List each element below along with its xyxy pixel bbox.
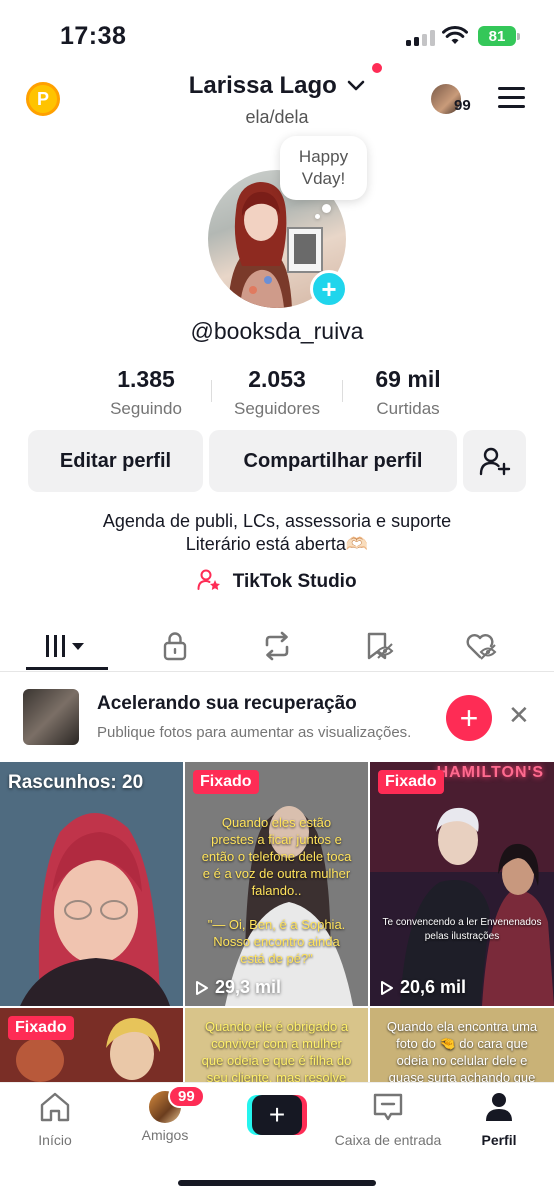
plus-icon: + bbox=[252, 1095, 302, 1135]
profile-visitors-count: 99 bbox=[454, 97, 471, 114]
view-count-value: 20,6 mil bbox=[400, 977, 467, 997]
stat-following[interactable]: 1.385 Seguindo bbox=[81, 366, 211, 419]
pronouns: ela/dela bbox=[245, 107, 309, 127]
nav-home-label: Início bbox=[38, 1132, 72, 1148]
stat-likes-label: Curtidas bbox=[376, 399, 440, 418]
video-tile[interactable]: Quando ele é obrigado a conviver com a m… bbox=[185, 1008, 368, 1082]
pinned-badge: Fixado bbox=[8, 1016, 74, 1040]
repost-icon bbox=[265, 631, 289, 661]
tab-favorites[interactable] bbox=[350, 628, 410, 664]
tiktok-studio-label: TikTok Studio bbox=[232, 571, 357, 592]
video-tile[interactable]: HAMILTON'S Fixado Te convencendo a ler E… bbox=[370, 762, 554, 1006]
nav-inbox-label: Caixa de entrada bbox=[334, 1132, 442, 1148]
banner-subtitle: Publique fotos para aumentar as visualiz… bbox=[97, 724, 412, 741]
add-user-icon bbox=[479, 447, 510, 476]
video-caption: Quando ela encontra uma foto do 🤏 do car… bbox=[386, 1019, 538, 1082]
content-tabs bbox=[0, 620, 554, 672]
profile-icon bbox=[486, 1093, 512, 1121]
create-button[interactable]: + bbox=[247, 1095, 307, 1135]
chevron-down-icon bbox=[347, 80, 365, 91]
bio-line-1: Agenda de publi, LCs, assessoria e supor… bbox=[102, 511, 452, 531]
videos-grid-icon bbox=[46, 635, 84, 657]
profile-name: Larissa Lago bbox=[188, 72, 337, 99]
wifi-icon bbox=[442, 26, 468, 44]
video-thumbnail bbox=[370, 762, 554, 1006]
active-tab-indicator bbox=[26, 667, 108, 670]
note-bubble-tail-small bbox=[315, 214, 320, 219]
stat-followers-label: Seguidores bbox=[233, 399, 320, 418]
banner-title: Acelerando sua recuperação bbox=[97, 693, 357, 714]
home-indicator bbox=[178, 1180, 376, 1186]
friends-badge: 99 bbox=[168, 1085, 205, 1108]
close-icon[interactable]: ✕ bbox=[508, 702, 530, 728]
note-bubble-tail bbox=[322, 204, 331, 213]
stat-following-value: 1.385 bbox=[117, 366, 175, 392]
nav-friends-label: Amigos bbox=[141, 1127, 189, 1143]
pinned-badge: Fixado bbox=[193, 770, 259, 794]
stat-following-label: Seguindo bbox=[110, 399, 182, 418]
nav-friends[interactable]: 99 Amigos bbox=[110, 1085, 220, 1143]
profile-bio: Agenda de publi, LCs, assessoria e supor… bbox=[0, 510, 554, 556]
inbox-icon bbox=[373, 1093, 403, 1121]
video-caption: Quando eles estão prestes a ficar juntos… bbox=[201, 815, 352, 966]
home-icon bbox=[40, 1092, 70, 1122]
tab-videos[interactable] bbox=[36, 628, 96, 664]
recovery-banner[interactable]: Acelerando sua recuperação Publique foto… bbox=[0, 672, 554, 760]
video-tile[interactable]: Fixado Quando eles estão prestes a ficar… bbox=[185, 762, 368, 1006]
profile-handle: @booksda_ruiva bbox=[190, 318, 364, 344]
tab-liked[interactable] bbox=[452, 628, 512, 664]
nav-profile[interactable]: Perfil bbox=[444, 1091, 554, 1148]
heart-hidden-icon bbox=[466, 634, 497, 660]
note-text: Happy Vday! bbox=[298, 147, 349, 188]
add-friend-button[interactable] bbox=[463, 430, 526, 492]
banner-add-button[interactable]: + bbox=[446, 695, 492, 741]
status-time: 17:38 bbox=[60, 22, 127, 50]
nav-profile-label: Perfil bbox=[481, 1132, 517, 1148]
play-icon bbox=[381, 980, 393, 995]
drafts-label: Rascunhos: 20 bbox=[8, 772, 144, 793]
nav-inbox[interactable]: Caixa de entrada bbox=[318, 1091, 458, 1148]
share-profile-button[interactable]: Compartilhar perfil bbox=[209, 430, 457, 492]
drafts-thumbnail bbox=[0, 762, 183, 1006]
video-tile[interactable]: Quando ela encontra uma foto do 🤏 do car… bbox=[370, 1008, 554, 1082]
notification-dot bbox=[372, 63, 382, 73]
stat-followers-value: 2.053 bbox=[248, 366, 306, 392]
battery-icon: 81 bbox=[478, 26, 520, 46]
lock-icon bbox=[163, 632, 187, 661]
view-count: 20,6 mil bbox=[380, 977, 466, 998]
note-bubble[interactable]: Happy Vday! bbox=[280, 136, 367, 200]
play-icon bbox=[196, 980, 208, 995]
neon-sign: HAMILTON'S bbox=[436, 764, 544, 781]
view-count-value: 29,3 mil bbox=[215, 977, 282, 997]
banner-thumbnail bbox=[23, 689, 79, 745]
view-count: 29,3 mil bbox=[195, 977, 281, 998]
tab-private[interactable] bbox=[145, 628, 205, 664]
bookmark-hidden-icon bbox=[367, 632, 394, 660]
pinned-badge: Fixado bbox=[378, 770, 444, 794]
drafts-tile[interactable]: Rascunhos: 20 bbox=[0, 762, 183, 1006]
studio-icon bbox=[197, 569, 221, 590]
tab-reposts[interactable] bbox=[247, 628, 307, 664]
video-caption: Te convencendo a ler Envenenados pelas i… bbox=[382, 917, 542, 942]
stat-likes[interactable]: 69 mil Curtidas bbox=[343, 366, 473, 419]
edit-profile-button[interactable]: Editar perfil bbox=[28, 430, 203, 492]
account-switcher[interactable]: Larissa Lago bbox=[0, 70, 554, 100]
add-story-button[interactable]: + bbox=[310, 270, 348, 308]
cellular-signal-icon bbox=[406, 30, 436, 46]
status-bar: 17:38 81 bbox=[0, 0, 554, 70]
video-caption: Quando ele é obrigado a conviver com a m… bbox=[201, 1019, 352, 1082]
stat-likes-value: 69 mil bbox=[375, 366, 441, 392]
nav-home[interactable]: Início bbox=[0, 1091, 110, 1148]
battery-level: 81 bbox=[488, 27, 506, 45]
bio-line-2: Literário está aberta🫶🏻 bbox=[185, 534, 369, 554]
menu-icon[interactable] bbox=[498, 87, 525, 114]
video-tile[interactable]: Fixado bbox=[0, 1008, 183, 1082]
tiktok-studio-link[interactable]: TikTok Studio bbox=[0, 569, 554, 593]
stat-followers[interactable]: 2.053 Seguidores bbox=[212, 366, 342, 419]
